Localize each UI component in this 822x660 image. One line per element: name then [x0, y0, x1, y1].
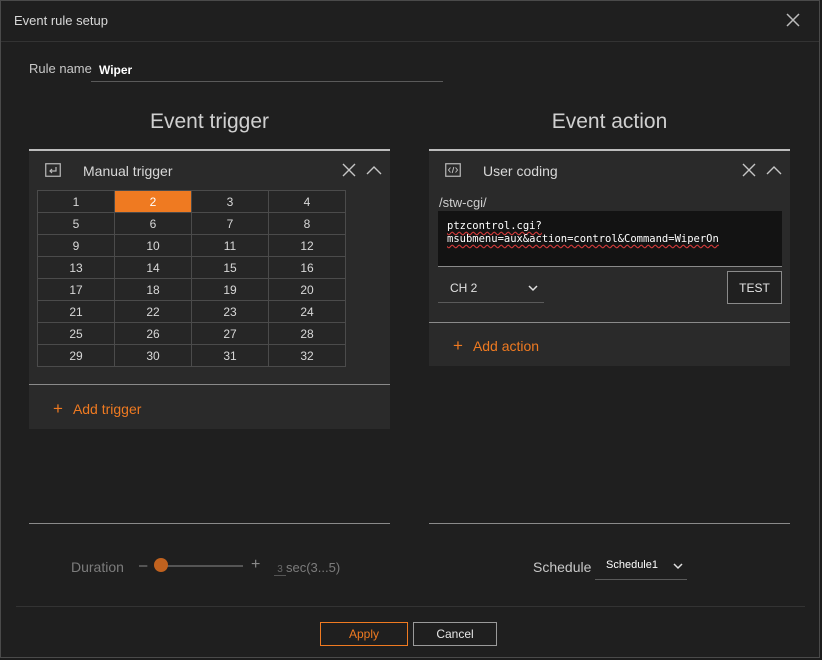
duration-increase-button[interactable]: + — [251, 556, 260, 574]
schedule-select-value: Schedule1 — [606, 559, 658, 571]
channel-grid-row: 17 18 19 20 — [37, 278, 346, 301]
channel-cell-17[interactable]: 17 — [37, 278, 115, 301]
channel-cell-7[interactable]: 7 — [191, 212, 269, 235]
channel-cell-31[interactable]: 31 — [191, 344, 269, 367]
channel-cell-1[interactable]: 1 — [37, 190, 115, 213]
duration-label: Duration — [71, 559, 124, 575]
channel-cell-13[interactable]: 13 — [37, 256, 115, 279]
channel-cell-8[interactable]: 8 — [268, 212, 346, 235]
dialog-title: Event rule setup — [14, 13, 108, 28]
channel-cell-22[interactable]: 22 — [114, 300, 192, 323]
user-coding-label: User coding — [483, 163, 558, 179]
channel-cell-3[interactable]: 3 — [191, 190, 269, 213]
duration-decrease-button[interactable]: – — [139, 557, 147, 574]
code-line-2: msubmenu=aux&action=control&Command=Wipe… — [447, 233, 719, 245]
title-bar: Event rule setup — [1, 1, 819, 42]
channel-cell-5[interactable]: 5 — [37, 212, 115, 235]
apply-button[interactable]: Apply — [320, 622, 408, 646]
user-code-textarea[interactable]: ptzcontrol.cgi? msubmenu=aux&action=cont… — [438, 211, 782, 267]
duration-slider-thumb[interactable] — [154, 558, 168, 572]
action-bottom-divider — [429, 523, 790, 524]
footer-divider — [16, 606, 805, 607]
channel-cell-14[interactable]: 14 — [114, 256, 192, 279]
event-action-title: Event action — [551, 110, 668, 133]
channel-select[interactable]: CH 2 — [438, 275, 544, 303]
remove-action-icon[interactable] — [742, 163, 756, 177]
cancel-button[interactable]: Cancel — [413, 622, 497, 646]
rule-name-input[interactable] — [91, 58, 443, 82]
channel-grid-row: 1234 — [37, 190, 346, 213]
collapse-trigger-icon[interactable] — [366, 164, 382, 176]
duration-slider-track[interactable] — [161, 565, 243, 567]
add-action-button[interactable]: + Add action — [453, 336, 539, 356]
chevron-down-icon — [528, 285, 538, 292]
channel-grid-row: 29 30 31 32 — [37, 344, 346, 367]
duration-unit: sec(3...5) — [286, 560, 341, 575]
channel-cell-4[interactable]: 4 — [268, 190, 346, 213]
close-icon[interactable] — [785, 12, 801, 28]
channel-cell-24[interactable]: 24 — [268, 300, 346, 323]
channel-cell-27[interactable]: 27 — [191, 322, 269, 345]
channel-cell-29[interactable]: 29 — [37, 344, 115, 367]
channel-cell-6[interactable]: 6 — [114, 212, 192, 235]
channel-cell-9[interactable]: 9 — [37, 234, 115, 257]
channel-cell-26[interactable]: 26 — [114, 322, 192, 345]
add-trigger-label: Add trigger — [72, 401, 142, 417]
add-trigger-button[interactable]: + Add trigger — [53, 399, 141, 419]
channel-cell-2[interactable]: 2 — [114, 190, 192, 213]
test-button[interactable]: TEST — [727, 271, 782, 304]
remove-trigger-icon[interactable] — [342, 163, 356, 177]
channel-cell-30[interactable]: 30 — [114, 344, 192, 367]
channel-cell-23[interactable]: 23 — [191, 300, 269, 323]
code-line-1: ptzcontrol.cgi? — [447, 220, 542, 232]
channel-cell-18[interactable]: 18 — [114, 278, 192, 301]
channel-cell-25[interactable]: 25 — [37, 322, 115, 345]
channel-grid-row: 9 10 11 12 — [37, 234, 346, 257]
channel-cell-11[interactable]: 11 — [191, 234, 269, 257]
schedule-label: Schedule — [533, 559, 592, 575]
channel-grid: 1 2 3 4 5 6 7 8 9 10 11 12 13 14 15 16 17 18 19 20 21 22 23 24 2… — [37, 190, 346, 367]
event-trigger-title: Event trigger — [149, 110, 270, 133]
manual-trigger-icon — [45, 163, 61, 177]
collapse-action-icon[interactable] — [766, 164, 782, 176]
channel-cell-28[interactable]: 28 — [268, 322, 346, 345]
schedule-select[interactable]: Schedule1 — [595, 552, 687, 580]
channel-cell-19[interactable]: 19 — [191, 278, 269, 301]
user-coding-header: User coding — [429, 151, 790, 191]
plus-icon: + — [53, 399, 63, 418]
channel-cell-20[interactable]: 20 — [268, 278, 346, 301]
channel-grid-row: 21 22 23 24 — [37, 300, 346, 323]
channel-cell-32[interactable]: 32 — [268, 344, 346, 367]
channel-cell-10[interactable]: 10 — [114, 234, 192, 257]
manual-trigger-label: Manual trigger — [83, 163, 173, 179]
trigger-bottom-divider — [29, 523, 390, 524]
channel-grid-row: 25 26 27 28 — [37, 322, 346, 345]
manual-trigger-header: Manual trigger — [29, 151, 390, 191]
plus-icon: + — [453, 336, 463, 355]
channel-cell-16[interactable]: 16 — [268, 256, 346, 279]
channel-cell-15[interactable]: 15 — [191, 256, 269, 279]
channel-grid-row: 13 14 15 16 — [37, 256, 346, 279]
channel-cell-12[interactable]: 12 — [268, 234, 346, 257]
duration-value: 3 sec(3...5) — [274, 560, 340, 576]
cgi-path-label: /stw-cgi/ — [439, 195, 487, 210]
code-icon — [445, 163, 461, 177]
duration-input[interactable]: 3 — [274, 564, 286, 576]
chevron-down-icon — [673, 563, 683, 570]
rule-name-label: Rule name — [29, 61, 92, 76]
channel-select-value: CH 2 — [450, 281, 478, 295]
channel-grid-row: 5678 — [37, 212, 346, 235]
event-rule-dialog: Event rule setup Rule name Event trigger… — [0, 0, 820, 658]
add-action-label: Add action — [472, 338, 540, 354]
channel-cell-21[interactable]: 21 — [37, 300, 115, 323]
